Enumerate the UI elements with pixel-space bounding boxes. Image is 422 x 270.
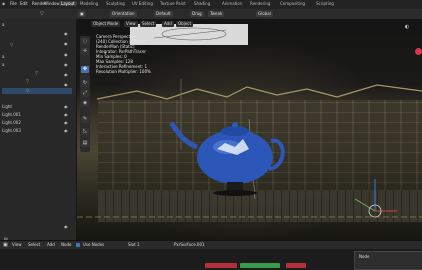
orientation-label[interactable]: Orientation: [110, 11, 137, 17]
tab-texture-paint[interactable]: Texture Paint: [160, 1, 186, 6]
top-menu-bar: ◈ File Edit Render Window Layout Modelin…: [0, 0, 422, 9]
slot-dropdown[interactable]: Slot 1: [128, 242, 139, 247]
transform-gizmo: [354, 179, 397, 218]
annotate-tool-icon[interactable]: ✎: [81, 116, 89, 123]
viewport-shading-icon[interactable]: ◐: [405, 24, 409, 30]
menu-window[interactable]: Window: [44, 1, 60, 6]
tab-compositing[interactable]: Compositing: [280, 1, 305, 6]
node-add-menu[interactable]: Add: [47, 242, 55, 247]
drag-label: Drag: [190, 11, 204, 17]
transform-tool-icon[interactable]: ◈: [81, 100, 89, 107]
teapot-knob: [232, 122, 238, 128]
viewport-info-overlay: Camera Perspective (240) Collection | Te…: [96, 34, 151, 74]
node-header[interactable]: [286, 263, 306, 268]
node-header[interactable]: [205, 263, 237, 268]
scale-tool-icon[interactable]: ⤢: [81, 90, 89, 97]
object-menu[interactable]: Object: [176, 21, 194, 27]
outliner-item-light[interactable]: Light.001: [2, 112, 21, 117]
tab-layout[interactable]: Layout: [59, 1, 77, 6]
measure-tool-icon[interactable]: ◺: [81, 128, 89, 135]
tab-animation[interactable]: Animation: [222, 1, 242, 6]
object-data-icon: ▽: [10, 42, 14, 47]
wall-crest: [96, 84, 422, 100]
outliner-item-light[interactable]: Light.003: [2, 128, 21, 133]
tab-rendering[interactable]: Rendering: [250, 1, 270, 6]
node-view-menu[interactable]: View: [12, 242, 22, 247]
editor-type-icon[interactable]: ▣: [78, 11, 86, 17]
filter-icon[interactable]: ▽: [40, 11, 44, 17]
mesh-icon: ▽: [26, 88, 30, 93]
orientation-dropdown[interactable]: Default: [154, 11, 173, 17]
tab-shading[interactable]: Shading: [194, 1, 210, 6]
use-nodes-label: Use Nodes: [83, 242, 105, 247]
crosshair-icon[interactable]: ✛: [81, 48, 89, 55]
outliner-item[interactable]: a: [2, 62, 4, 67]
tab-scripting[interactable]: Scripting: [316, 1, 334, 6]
node-sidebar[interactable]: Node: [354, 251, 422, 270]
move-tool-icon[interactable]: ✥: [81, 66, 89, 73]
menu-file[interactable]: File: [10, 1, 17, 6]
node-select-menu[interactable]: Select: [28, 242, 40, 247]
teapot-spout: [169, 121, 199, 150]
outliner-item[interactable]: a: [2, 54, 4, 59]
cursor-tool-icon[interactable]: ◌: [81, 38, 89, 45]
editor-type-icon[interactable]: ▣: [3, 242, 8, 248]
material-dropdown[interactable]: PxrSurface.001: [174, 242, 205, 247]
add-menu[interactable]: Add: [162, 21, 174, 27]
tool-shelf: ◌ ✛ ✥ ↻ ⤢ ◈ ✎ ◺ ▤: [80, 36, 90, 152]
view-menu[interactable]: View: [124, 21, 138, 27]
tab-sculpting[interactable]: Sculpting: [106, 1, 125, 6]
teapot: [169, 121, 285, 196]
object-mode-dropdown[interactable]: Object Mode: [91, 21, 121, 27]
blender-logo-icon[interactable]: ◈: [2, 1, 5, 6]
light-shape-overlay: [153, 27, 227, 41]
node-panel-title: Node: [359, 254, 370, 259]
teapot-shadow: [213, 190, 257, 196]
record-icon[interactable]: [415, 48, 422, 55]
pivot-dropdown[interactable]: Global: [256, 11, 273, 17]
node-header[interactable]: [240, 263, 280, 268]
drag-dropdown[interactable]: Tweak: [208, 11, 225, 17]
object-data-icon: ▽: [35, 70, 39, 75]
tab-modeling[interactable]: Modeling: [80, 1, 98, 6]
add-cube-icon[interactable]: ▤: [81, 140, 89, 147]
select-menu[interactable]: Select: [140, 21, 157, 27]
outliner-item-light[interactable]: Light.002: [2, 120, 21, 125]
outliner-item-light[interactable]: Light: [2, 104, 12, 109]
object-data-icon: ▽: [26, 78, 30, 83]
teapot-body: [197, 130, 273, 184]
outliner-item-selected[interactable]: [2, 88, 72, 94]
menu-edit[interactable]: Edit: [20, 1, 28, 6]
node-menu[interactable]: Node: [61, 242, 71, 247]
rotate-tool-icon[interactable]: ↻: [81, 80, 89, 87]
tab-uv-editing[interactable]: UV Editing: [132, 1, 153, 6]
outliner-item[interactable]: a: [2, 22, 4, 27]
use-nodes-checkbox[interactable]: [76, 243, 80, 247]
overlay-line: Resolution Multiplier: 100%: [96, 69, 151, 74]
